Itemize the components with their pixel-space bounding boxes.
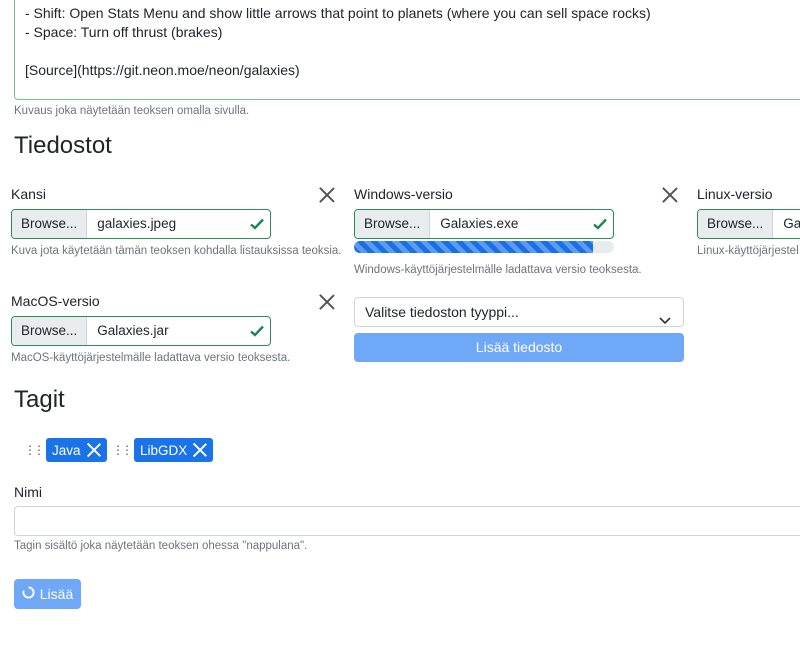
cover-label: Kansi	[11, 186, 47, 202]
macos-file-input[interactable]: Browse... Galaxies.jar	[11, 316, 271, 346]
windows-upload-progress	[354, 241, 614, 253]
macos-help: MacOS-käyttöjärjestelmälle ladattava ver…	[11, 352, 291, 364]
linux-help: Linux-käyttöjärjestel	[697, 245, 799, 257]
windows-filename: Galaxies.exe	[440, 216, 519, 231]
tags-heading: Tagit	[14, 386, 65, 413]
check-icon	[244, 210, 270, 238]
tag-badge: LibGDX	[134, 438, 214, 462]
add-tag-button[interactable]: Lisää	[14, 579, 81, 609]
browse-button[interactable]: Browse...	[698, 210, 774, 238]
cover-help: Kuva jota käytetään tämän teoksen kohdal…	[11, 245, 342, 257]
windows-help: Windows-käyttöjärjestelmälle ladattava v…	[354, 264, 642, 276]
linux-label: Linux-versio	[697, 186, 773, 202]
linux-filename: Gala	[783, 216, 800, 231]
linux-file-input[interactable]: Browse... Gala	[697, 209, 800, 239]
browse-button[interactable]: Browse...	[355, 210, 431, 238]
macos-label: MacOS-versio	[11, 293, 100, 309]
cover-file-input[interactable]: Browse... galaxies.jpeg	[11, 209, 271, 239]
progress-bar-fill	[354, 241, 594, 253]
close-icon[interactable]	[87, 443, 101, 457]
chevron-down-icon	[659, 306, 671, 334]
spinner-icon	[22, 586, 35, 602]
tag-badge: Java	[46, 438, 107, 462]
cover-filename: galaxies.jpeg	[97, 216, 177, 231]
windows-label: Windows-versio	[354, 186, 453, 202]
check-icon	[244, 317, 270, 345]
close-icon[interactable]	[319, 294, 335, 310]
grip-icon[interactable]: ⋮⋮	[112, 444, 133, 456]
tag-label: Java	[52, 442, 81, 458]
tag-item[interactable]: ⋮⋮ Java	[24, 438, 107, 462]
description-textarea[interactable]: - Shift: Open Stats Menu and show little…	[14, 0, 800, 100]
files-heading: Tiedostot	[14, 132, 112, 159]
grip-icon[interactable]: ⋮⋮	[24, 444, 45, 456]
windows-file-input[interactable]: Browse... Galaxies.exe	[354, 209, 614, 239]
check-icon	[587, 210, 613, 238]
description-line: - Shift: Open Stats Menu and show little…	[25, 5, 651, 21]
close-icon[interactable]	[193, 443, 207, 457]
browse-button[interactable]: Browse...	[12, 317, 88, 345]
add-tag-button-label: Lisää	[39, 586, 74, 602]
tag-name-label: Nimi	[14, 484, 42, 500]
tag-label: LibGDX	[140, 442, 188, 458]
file-type-select[interactable]: Valitse tiedoston tyyppi...	[354, 297, 684, 327]
macos-filename: Galaxies.jar	[97, 323, 169, 338]
description-help: Kuvaus joka näytetään teoksen omalla siv…	[14, 105, 250, 117]
close-icon[interactable]	[319, 187, 335, 203]
browse-button[interactable]: Browse...	[12, 210, 88, 238]
file-type-select-value: Valitse tiedoston tyyppi...	[365, 304, 519, 320]
tag-item[interactable]: ⋮⋮ LibGDX	[112, 438, 214, 462]
close-icon[interactable]	[662, 187, 678, 203]
tag-name-help: Tagin sisältö joka näytetään teoksen ohe…	[14, 540, 308, 552]
description-line: [Source](https://git.neon.moe/neon/galax…	[25, 62, 300, 78]
description-line: - Space: Turn off thrust (brakes)	[25, 24, 223, 40]
tag-name-input[interactable]	[14, 506, 800, 536]
add-file-button[interactable]: Lisää tiedosto	[354, 333, 684, 362]
